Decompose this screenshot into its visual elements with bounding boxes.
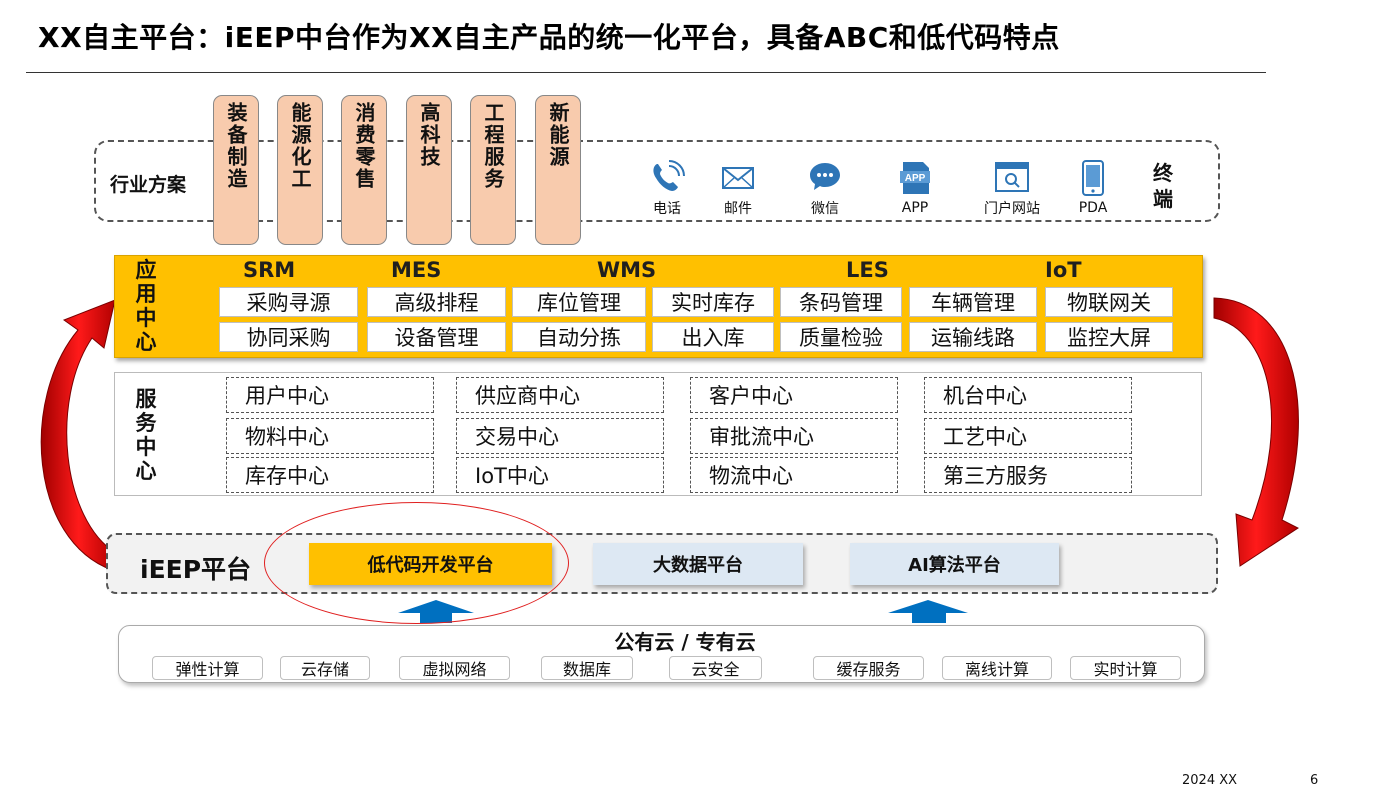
pda-icon [1082, 160, 1104, 196]
cloud-service: 虚拟网络 [399, 656, 510, 680]
app-module: 质量检验 [780, 322, 902, 352]
industry-card: 新能源 [535, 95, 581, 245]
app-module: 实时库存 [652, 287, 774, 317]
right-curved-arrow [1213, 297, 1300, 567]
app-module: 条码管理 [780, 287, 902, 317]
cloud-service: 云安全 [669, 656, 762, 680]
app-header-srm: SRM [243, 258, 296, 282]
app-center-label: 应用中心 [135, 258, 157, 354]
phone-icon [653, 160, 685, 191]
service-module: 第三方服务 [924, 457, 1132, 493]
cloud-service: 缓存服务 [813, 656, 924, 680]
terminal-pda: PDA [1058, 160, 1128, 216]
app-module: 出入库 [652, 322, 774, 352]
app-module: 运输线路 [909, 322, 1037, 352]
service-module: 物流中心 [690, 457, 898, 493]
cloud-service: 弹性计算 [152, 656, 263, 680]
cloud-service: 数据库 [541, 656, 633, 680]
left-curved-arrow [40, 299, 117, 571]
cloud-service: 云存储 [280, 656, 370, 680]
terminal-app: APP APP [880, 160, 950, 216]
app-header-iot: IoT [1045, 258, 1082, 282]
service-module: 工艺中心 [924, 418, 1132, 454]
app-header-mes: MES [391, 258, 442, 282]
service-module: 审批流中心 [690, 418, 898, 454]
terminal-label: 邮件 [724, 201, 752, 217]
terminal-phone: 电话 [632, 160, 702, 218]
industry-card: 高科技 [406, 95, 452, 245]
up-arrow-right [888, 600, 968, 623]
cloud-service: 离线计算 [942, 656, 1052, 680]
app-icon: APP [900, 162, 930, 194]
terminal-label: APP [901, 200, 929, 216]
app-header-les: LES [846, 258, 889, 282]
service-module: 交易中心 [456, 418, 664, 454]
service-module: 物料中心 [226, 418, 434, 454]
app-module: 监控大屏 [1045, 322, 1173, 352]
terminal-mail: 邮件 [703, 160, 773, 218]
industry-label: 行业方案 [110, 174, 187, 196]
cloud-title: 公有云 / 专有云 [614, 630, 756, 654]
service-module: 库存中心 [226, 457, 434, 493]
app-module: 采购寻源 [219, 287, 358, 317]
ieep-label: iEEP平台 [140, 555, 252, 584]
service-center-label: 服务中心 [135, 387, 157, 483]
app-header-wms: WMS [597, 258, 657, 282]
app-module: 协同采购 [219, 322, 358, 352]
service-module: 客户中心 [690, 377, 898, 413]
mail-icon [722, 167, 754, 189]
terminal-wechat: 微信 [790, 160, 860, 218]
industry-card: 消费零售 [341, 95, 387, 245]
service-module: IoT中心 [456, 457, 664, 493]
ai-platform: AI算法平台 [850, 543, 1059, 585]
app-module: 库位管理 [512, 287, 646, 317]
industry-card: 装备制造 [213, 95, 259, 245]
wechat-icon [810, 163, 840, 190]
terminal-label: PDA [1078, 200, 1108, 216]
terminal-label-end: 终端 [1153, 161, 1173, 211]
industry-card: 能源化工 [277, 95, 323, 245]
terminal-label: 门户网站 [984, 201, 1040, 217]
highlight-oval [264, 502, 569, 624]
cloud-service: 实时计算 [1070, 656, 1181, 680]
app-module: 高级排程 [367, 287, 506, 317]
portal-icon [995, 162, 1029, 192]
app-module: 物联网关 [1045, 287, 1173, 317]
terminal-label: 电话 [653, 201, 681, 217]
terminal-label: 微信 [811, 201, 839, 217]
bigdata-platform: 大数据平台 [593, 543, 803, 585]
service-module: 供应商中心 [456, 377, 664, 413]
page-number: 6 [1310, 773, 1319, 788]
service-module: 用户中心 [226, 377, 434, 413]
svg-text:APP: APP [905, 173, 926, 184]
industry-card: 工程服务 [470, 95, 516, 245]
terminal-portal: 门户网站 [977, 160, 1047, 218]
service-module: 机台中心 [924, 377, 1132, 413]
app-module: 自动分拣 [512, 322, 646, 352]
app-module: 车辆管理 [909, 287, 1037, 317]
app-module: 设备管理 [367, 322, 506, 352]
footer-year: 2024 XX [1182, 773, 1238, 788]
